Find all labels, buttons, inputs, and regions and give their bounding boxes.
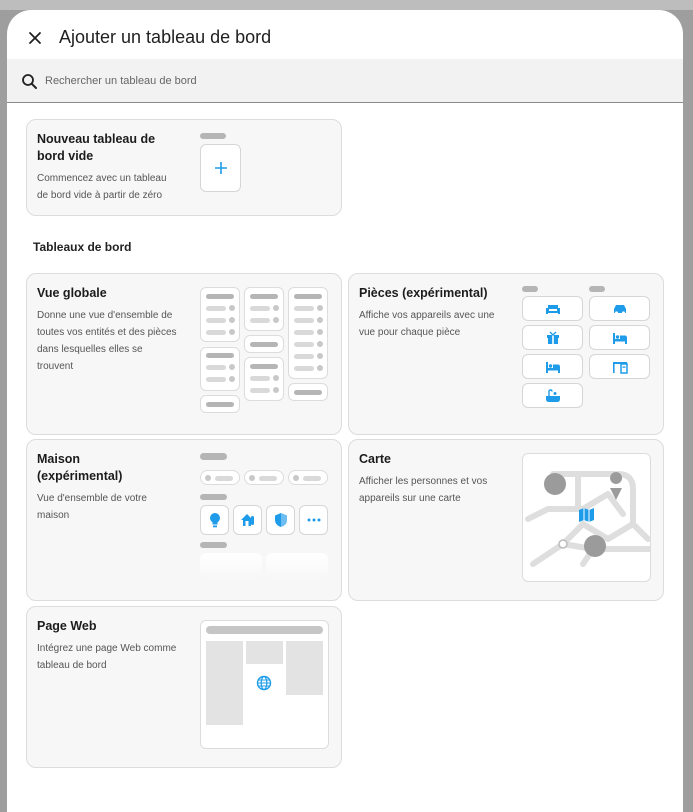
map-dashboard-card[interactable]: Carte Afficher les personnes et vos appa…	[348, 439, 664, 601]
backdrop	[0, 0, 693, 10]
gift-icon	[546, 331, 559, 344]
overview-dashboard-card[interactable]: Vue globale Donne une vue d'ensemble de …	[26, 273, 342, 435]
bath-icon	[545, 388, 560, 402]
card-title: Maison (expérimental)	[37, 452, 123, 483]
shield-icon	[274, 513, 287, 527]
section-title: Tableaux de bord	[33, 240, 132, 254]
card-title: Carte	[359, 452, 391, 466]
room-tile	[522, 383, 583, 408]
card-description: Intégrez une page Web comme tableau de b…	[37, 643, 177, 671]
room-tile	[589, 325, 650, 350]
home-tile	[266, 505, 295, 535]
map-icon	[579, 508, 594, 522]
preview-chip	[244, 470, 284, 485]
preview-card	[200, 553, 262, 579]
home-dashboard-card[interactable]: Maison (expérimental) Vue d'ensemble de …	[26, 439, 342, 601]
card-description: Donne une vue d'ensemble de toutes vos e…	[37, 310, 177, 372]
card-title: Vue globale	[37, 286, 107, 300]
dialog-title: Ajouter un tableau de bord	[59, 27, 272, 47]
preview-card	[244, 287, 284, 331]
home-tile	[233, 505, 262, 535]
room-tile	[589, 296, 650, 321]
dialog-header: Ajouter un tableau de bord	[7, 10, 683, 60]
preview-card	[200, 287, 240, 342]
rooms-preview	[522, 286, 652, 416]
rooms-dashboard-card[interactable]: Pièces (expérimental) Affiche vos appare…	[348, 273, 664, 435]
overview-preview	[200, 287, 330, 417]
map-roads	[525, 471, 650, 567]
preview-chip	[288, 470, 328, 485]
new-empty-dashboard-card[interactable]: Nouveau tableau de bord vide Commencez a…	[26, 119, 342, 216]
webpage-preview	[200, 620, 329, 749]
bed-icon	[545, 361, 560, 373]
room-tile	[522, 325, 583, 350]
card-title: Page Web	[37, 619, 97, 633]
add-preview-box	[200, 144, 241, 192]
webpage-dashboard-card[interactable]: Page Web Intégrez une page Web comme tab…	[26, 606, 342, 768]
map-preview	[522, 453, 651, 582]
desk-icon	[612, 361, 628, 374]
close-button[interactable]	[21, 24, 49, 52]
more-icon	[307, 518, 320, 522]
card-description: Affiche vos appareils avec une vue pour …	[359, 310, 495, 338]
home-tile	[200, 505, 229, 535]
preview-placeholder	[200, 133, 226, 139]
preview-card	[244, 357, 284, 401]
preview-card	[244, 335, 284, 353]
car-icon	[613, 304, 626, 315]
add-dashboard-dialog: Ajouter un tableau de bord Nouveau table…	[7, 10, 683, 812]
card-description: Vue d'ensemble de votre maison	[37, 493, 147, 521]
room-tile	[589, 354, 650, 379]
bed-icon	[612, 332, 627, 344]
search-bar	[7, 59, 683, 103]
preview-card	[200, 347, 240, 391]
home-preview	[200, 453, 330, 593]
close-icon	[29, 32, 41, 44]
search-input[interactable]	[45, 71, 645, 91]
plus-icon	[214, 162, 227, 174]
home-tile	[299, 505, 328, 535]
sofa-icon	[545, 304, 560, 314]
room-tile	[522, 354, 583, 379]
card-description: Commencez avec un tableau de bord vide à…	[37, 173, 167, 201]
card-title: Nouveau tableau de bord vide	[37, 132, 156, 163]
preview-card	[266, 553, 328, 579]
preview-card	[200, 395, 240, 413]
preview-card	[288, 383, 328, 401]
preview-chip	[200, 470, 240, 485]
lightbulb-icon	[209, 513, 220, 528]
globe-icon	[256, 675, 272, 691]
card-description: Afficher les personnes et vos appareils …	[359, 476, 488, 504]
search-icon	[22, 74, 37, 89]
card-title: Pièces (expérimental)	[359, 286, 488, 300]
preview-card	[288, 287, 328, 379]
room-tile	[522, 296, 583, 321]
home-thermometer-icon	[240, 514, 254, 526]
